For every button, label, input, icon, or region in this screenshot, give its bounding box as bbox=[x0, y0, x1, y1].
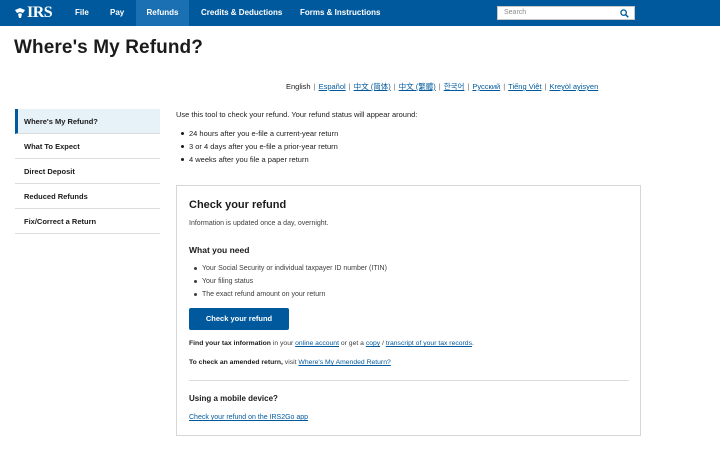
tax-info-text: . bbox=[471, 340, 474, 347]
nav-refunds[interactable]: Refunds bbox=[136, 0, 189, 26]
irs-logo[interactable]: IRS bbox=[14, 4, 53, 22]
nav-file[interactable]: File bbox=[66, 0, 98, 26]
copy-link[interactable]: copy bbox=[366, 340, 380, 347]
lang-vietnamese[interactable]: Tiếng Việt bbox=[505, 82, 544, 91]
list-item: 3 or 4 days after you e-file a prior-yea… bbox=[181, 140, 417, 153]
search-placeholder: Search bbox=[504, 9, 527, 16]
amended-line: To check an amended return, visit Where'… bbox=[189, 359, 391, 366]
check-refund-card: Check your refund Information is updated… bbox=[176, 185, 641, 436]
logo-text: IRS bbox=[27, 4, 53, 21]
amended-return-link[interactable]: Where's My Amended Return? bbox=[298, 359, 390, 366]
nav-credits-deductions[interactable]: Credits & Deductions bbox=[192, 0, 291, 26]
search-input[interactable]: Search bbox=[497, 6, 635, 20]
irs2go-link[interactable]: Check your refund on the IRS2Go app bbox=[189, 414, 308, 421]
online-account-link[interactable]: online account bbox=[295, 340, 339, 347]
check-refund-button[interactable]: Check your refund bbox=[189, 308, 289, 330]
language-bar: English | Español | 中文 (简体) | 中文 (繁體) | 한국어 |… bbox=[283, 81, 601, 92]
lang-english[interactable]: English bbox=[283, 82, 314, 91]
list-item: The exact refund amount on your return bbox=[194, 288, 387, 301]
nav-forms-instructions[interactable]: Forms & Instructions bbox=[291, 0, 389, 26]
lang-korean[interactable]: 한국어 bbox=[441, 81, 468, 92]
nav-pay[interactable]: Pay bbox=[101, 0, 133, 26]
top-nav: IRS File Pay Refunds Credits & Deduction… bbox=[0, 0, 720, 26]
lang-russian[interactable]: Русский bbox=[469, 82, 503, 91]
search-icon[interactable] bbox=[620, 9, 629, 18]
sidebar-item-wheres-my-refund[interactable]: Where's My Refund? bbox=[15, 109, 160, 134]
tax-info-text: or get a bbox=[338, 340, 366, 347]
lang-chinese-traditional[interactable]: 中文 (繁體) bbox=[396, 81, 439, 92]
list-item: 24 hours after you e-file a current-year… bbox=[181, 127, 417, 140]
tax-records-link[interactable]: of your tax records bbox=[414, 340, 472, 347]
list-item: 4 weeks after you file a paper return bbox=[181, 153, 417, 166]
divider bbox=[189, 380, 629, 381]
sidebar-item-fix-correct-return[interactable]: Fix/Correct a Return bbox=[15, 209, 160, 234]
card-title: Check your refund bbox=[189, 199, 287, 211]
transcript-link[interactable]: transcript bbox=[386, 340, 414, 347]
lang-chinese-simplified[interactable]: 中文 (简体) bbox=[351, 81, 394, 92]
lang-spanish[interactable]: Español bbox=[316, 82, 349, 91]
tax-info-label: Find your tax information bbox=[189, 340, 271, 347]
sidebar: Where's My Refund? What To Expect Direct… bbox=[15, 109, 160, 234]
what-you-need-list: Your Social Security or individual taxpa… bbox=[194, 262, 387, 301]
lang-haitian-creole[interactable]: Kreyòl ayisyen bbox=[546, 82, 601, 91]
sidebar-item-reduced-refunds[interactable]: Reduced Refunds bbox=[15, 184, 160, 209]
tax-info-line: Find your tax information in your online… bbox=[189, 340, 474, 347]
update-note: Information is updated once a day, overn… bbox=[189, 220, 329, 227]
list-item: Your filing status bbox=[194, 275, 387, 288]
sidebar-item-direct-deposit[interactable]: Direct Deposit bbox=[15, 159, 160, 184]
intro: Use this tool to check your refund. Your… bbox=[176, 110, 417, 166]
intro-text: Use this tool to check your refund. Your… bbox=[176, 110, 418, 119]
list-item: Your Social Security or individual taxpa… bbox=[194, 262, 387, 275]
what-you-need-heading: What you need bbox=[189, 245, 250, 255]
amended-label: To check an amended return, bbox=[189, 359, 283, 366]
eagle-icon bbox=[15, 8, 25, 18]
mobile-heading: Using a mobile device? bbox=[189, 394, 278, 403]
sidebar-item-what-to-expect[interactable]: What To Expect bbox=[15, 134, 160, 159]
page-title: Where's My Refund? bbox=[14, 37, 203, 58]
intro-list: 24 hours after you e-file a current-year… bbox=[181, 127, 417, 166]
amended-text: visit bbox=[282, 359, 299, 366]
tax-info-text: in your bbox=[270, 340, 296, 347]
